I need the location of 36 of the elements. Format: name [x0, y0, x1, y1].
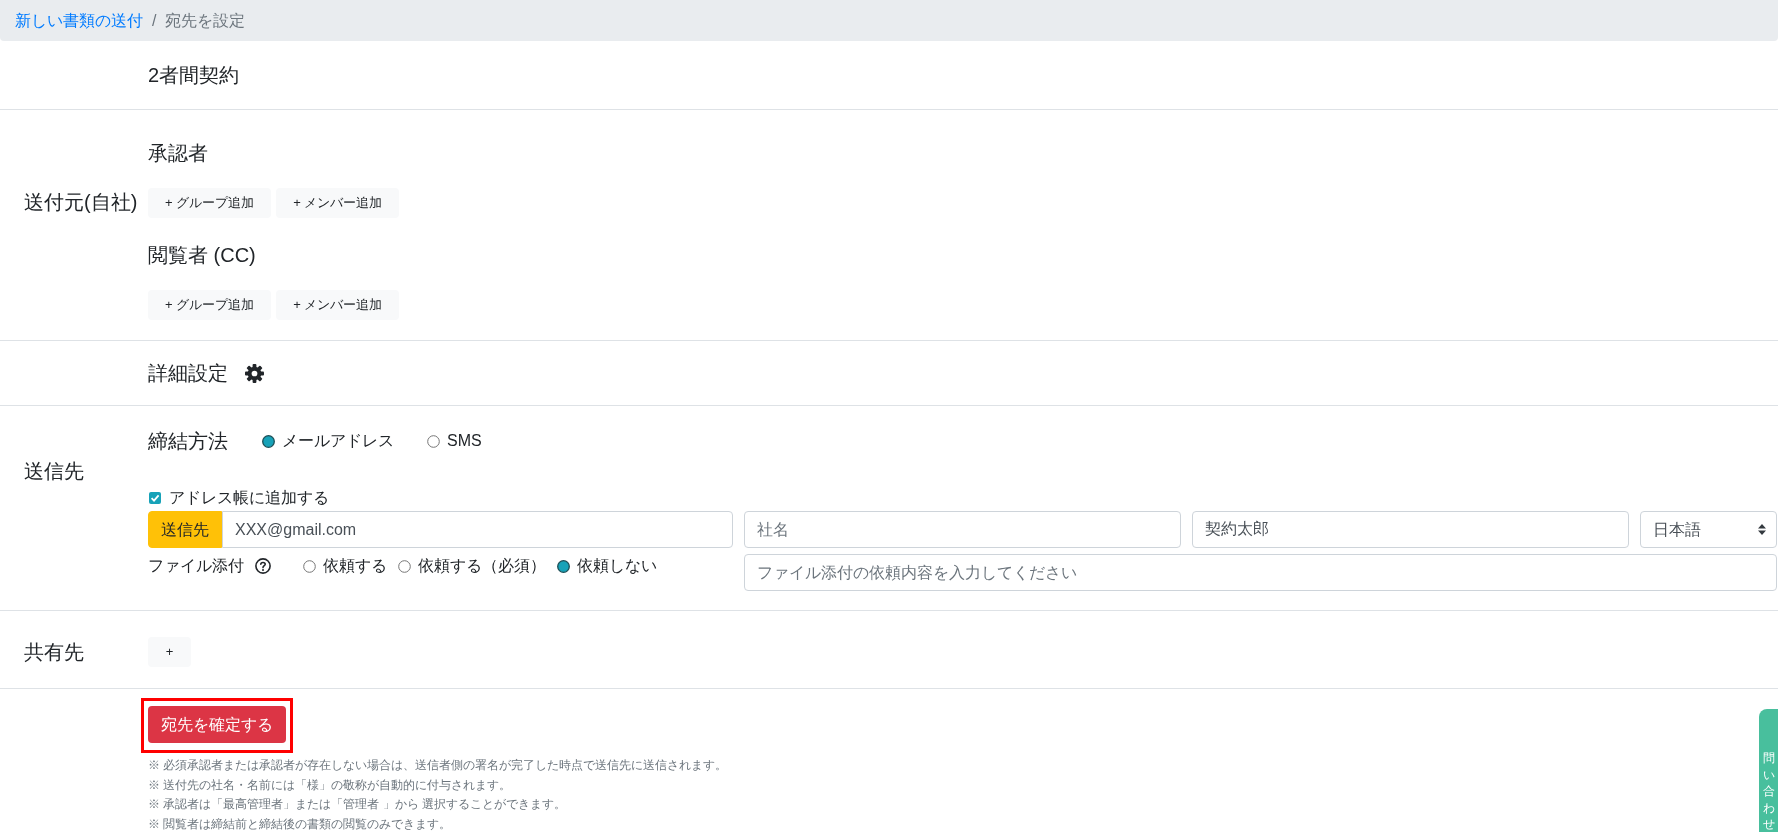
subsection-heading: 承認者	[148, 141, 208, 166]
add-button[interactable]: + グループ追加	[148, 290, 272, 320]
section-label: 送付元(自社)	[24, 191, 138, 213]
file-request-field[interactable]: ファイル添付の依頼内容を入力してください	[744, 554, 1777, 591]
radio-option[interactable]: 依頼する（必須）	[398, 554, 546, 578]
note-text: ※ 送付先の社名・名前には「様」の敬称が自動的に付与されます。	[148, 776, 512, 794]
field-prefix-label: 送信先	[148, 511, 222, 548]
add-button[interactable]: + グループ追加	[148, 188, 272, 218]
language-select[interactable]: 日本語	[1640, 511, 1777, 548]
file-attachment-label: ファイル添付	[148, 556, 244, 576]
radio-option[interactable]: SMS	[427, 429, 482, 453]
method-label: 締結方法	[148, 429, 228, 454]
note-text: ※ 必須承認者または承認者が存在しない場合は、送信者側の署名が完了した時点で送信先に送信されます。	[148, 757, 728, 774]
updown-arrow-icon	[1758, 524, 1766, 535]
settings-label: 詳細設定	[148, 361, 228, 386]
note-text: ※ 承認者は「最高管理者」または「管理者 」から 選択することができます。	[148, 796, 566, 813]
gear-icon[interactable]	[245, 363, 264, 383]
help-icon	[255, 558, 271, 574]
add-button[interactable]: + メンバー追加	[276, 290, 400, 320]
section-label: 共有先	[24, 640, 84, 663]
section-label: 送信先	[24, 460, 84, 482]
checkbox-option[interactable]: アドレス帳に追加する	[148, 486, 329, 510]
radio-option[interactable]: 依頼する	[303, 554, 387, 578]
subsection-heading: 閲覧者 (CC)	[148, 243, 256, 268]
add-button[interactable]: + メンバー追加	[276, 188, 400, 218]
email-field[interactable]: XXX@gmail.com	[222, 511, 733, 548]
contract-type-heading: 2者間契約	[148, 63, 240, 88]
radio-option[interactable]: 依頼しない	[557, 554, 657, 578]
breadcrumb-current: 宛先を設定	[165, 10, 246, 31]
name-field[interactable]: 契約太郎	[1192, 511, 1629, 548]
breadcrumb-separator: /	[152, 10, 157, 31]
radio-option[interactable]: メールアドレス	[262, 429, 394, 453]
company-field[interactable]: 社名	[744, 511, 1181, 548]
confirm-button[interactable]: 宛先を確定する	[148, 706, 286, 743]
add-button[interactable]: +	[148, 636, 191, 667]
note-text: ※ 閲覧者は締結前と締結後の書類の閲覧のみできます。	[148, 815, 452, 832]
